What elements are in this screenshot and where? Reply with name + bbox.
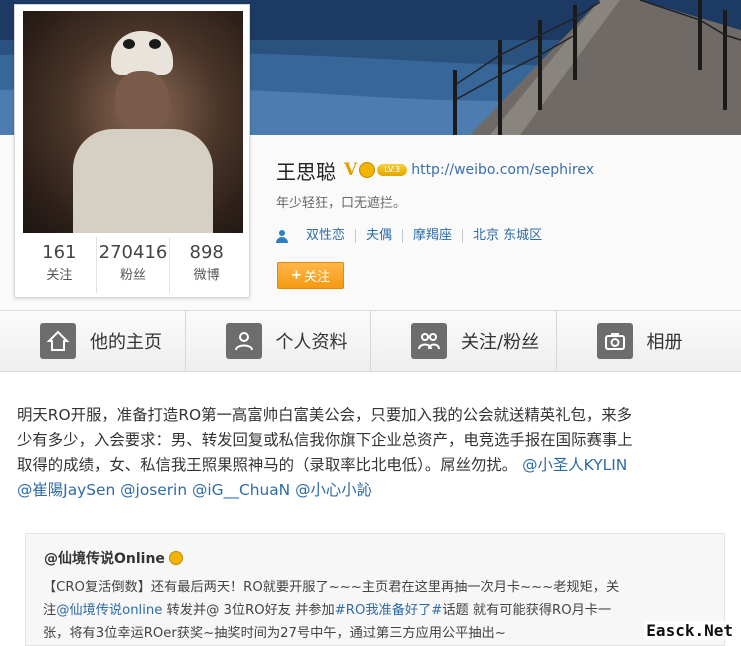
- tab-follow-fans-label: 关注/粉丝: [461, 332, 540, 353]
- verified-v-icon[interactable]: V: [344, 160, 357, 180]
- site-watermark: Easck.Net: [644, 621, 735, 640]
- profile-name: 王思聪: [276, 159, 336, 184]
- avatar[interactable]: [23, 11, 243, 233]
- tab-follow-fans[interactable]: 关注/粉丝: [371, 311, 557, 371]
- stat-fans-count: 270416: [98, 242, 168, 263]
- stat-following-label: 关注: [46, 268, 73, 283]
- crown-icon[interactable]: [168, 551, 183, 565]
- post-line: 明天RO开服，准备打造RO第一高富帅白富美公会，只要加入我的公会就送精英礼包，来…: [17, 406, 633, 424]
- stat-following[interactable]: 161 关注: [23, 237, 97, 293]
- stat-posts[interactable]: 898 微博: [170, 237, 243, 293]
- panda-hat: [111, 31, 173, 75]
- crown-icon[interactable]: [359, 162, 376, 178]
- stat-posts-count: 898: [189, 242, 224, 263]
- profile-name-row: 王思聪 V LV.3 http://weibo.com/sephirex: [276, 155, 594, 185]
- profile-icon: [225, 323, 262, 359]
- stat-following-count: 161: [42, 242, 77, 263]
- mention-link[interactable]: @崔陽JaySen: [17, 481, 115, 499]
- post-line: 取得的成绩，女、私信我王照果照神马的（录取率比北电低）。屌丝勿扰。 @小圣人KY…: [17, 453, 725, 478]
- follow-button-label: 关注: [303, 270, 330, 285]
- follow-button[interactable]: + 关注: [277, 262, 344, 289]
- repost-header: @仙境传说Online: [44, 548, 183, 568]
- mention-link[interactable]: @iG__ChuaN: [192, 481, 290, 499]
- tab-album-label: 相册: [646, 332, 683, 353]
- profile-bio: 年少轻狂，口无遮拦。: [276, 196, 407, 211]
- repost-author-link[interactable]: @仙境传说Online: [44, 548, 165, 568]
- post-line-text: 取得的成绩，女、私信我王照果照神马的（录取率比北电低）。屌丝勿扰。: [17, 456, 518, 474]
- post-line: 少有多少，入会要求：男、转发回复或私信我你旗下企业总资产，电竞选手报在国际赛事上: [17, 431, 633, 449]
- tab-profile[interactable]: 个人资料: [186, 311, 371, 371]
- weibo-post: 明天RO开服，准备打造RO第一高富帅白富美公会，只要加入我的公会就送精英礼包，来…: [0, 372, 741, 646]
- repost-line: 【CRO复活倒数】还有最后两天！RO就要开服了~~~主页君在这里再抽一次月卡~~…: [43, 580, 620, 595]
- mention-link[interactable]: @小圣人KYLIN: [522, 456, 627, 474]
- tab-profile-label: 个人资料: [275, 332, 348, 353]
- profile-tabbar: 他的主页 个人资料 关注/粉丝 相册: [0, 310, 741, 372]
- repost-line: 注@仙境传说online 转发并@ 3位RO好友 并参加#RO我准备好了#话题 …: [43, 599, 713, 622]
- hashtag-link[interactable]: #RO我准备好了#: [335, 603, 443, 618]
- repost-text-fragment: 话题 就有可能获得RO月卡一: [442, 603, 612, 618]
- stat-fans[interactable]: 270416 粉丝: [97, 237, 171, 293]
- tab-home-label: 他的主页: [90, 332, 162, 353]
- reposted-weibo: @仙境传说Online 【CRO复活倒数】还有最后两天！RO就要开服了~~~主页…: [25, 533, 725, 646]
- profile-stats: 161 关注 270416 粉丝 898 微博: [23, 237, 243, 293]
- repost-text-fragment: 转发并@ 3位RO好友 并参加: [162, 603, 335, 618]
- follow-fans-icon: [411, 323, 447, 359]
- stat-posts-label: 微博: [193, 268, 220, 283]
- tag-zodiac[interactable]: 摩羯座: [403, 229, 464, 243]
- repost-text: 【CRO复活倒数】还有最后两天！RO就要开服了~~~主页君在这里再抽一次月卡~~…: [43, 576, 713, 645]
- camera-icon: [596, 323, 633, 359]
- profile-url-link[interactable]: http://weibo.com/sephirex: [411, 162, 594, 178]
- repost-text-fragment: 注: [43, 603, 57, 618]
- plus-icon: +: [291, 268, 302, 283]
- person-icon: [276, 229, 288, 243]
- avatar-shirt: [73, 129, 213, 233]
- tag-orientation[interactable]: 双性恋: [296, 229, 357, 243]
- tab-album[interactable]: 相册: [557, 311, 741, 371]
- tab-home[interactable]: 他的主页: [0, 311, 186, 371]
- avatar-face: [115, 71, 169, 131]
- post-text: 明天RO开服，准备打造RO第一高富帅白富美公会，只要加入我的公会就送精英礼包，来…: [17, 403, 725, 503]
- mention-link[interactable]: @仙境传说online: [56, 603, 162, 618]
- tag-relationship[interactable]: 夫偶: [356, 229, 404, 243]
- post-mentions-line: @崔陽JaySen @joserin @iG__ChuaN @小心小訫: [17, 478, 725, 503]
- mention-link[interactable]: @joserin: [120, 481, 187, 499]
- mention-link[interactable]: @小心小訫: [295, 481, 372, 499]
- profile-tags: 双性恋 夫偶 摩羯座 北京 东城区: [276, 229, 552, 243]
- avatar-card: 161 关注 270416 粉丝 898 微博: [14, 4, 250, 298]
- tag-location[interactable]: 北京 东城区: [463, 229, 552, 243]
- level-badge[interactable]: LV.3: [377, 164, 408, 176]
- repost-line: 张，将有3位幸运ROer获奖~抽奖时间为27号中午，通过第三方应用公平抽出~: [43, 626, 506, 641]
- home-icon: [40, 323, 76, 359]
- stat-fans-label: 粉丝: [120, 268, 147, 283]
